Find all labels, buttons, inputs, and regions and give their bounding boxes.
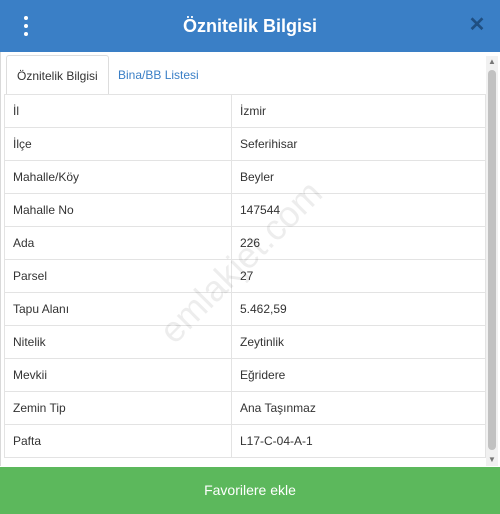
table-row: Ada 226 — [4, 226, 486, 260]
row-key: Mahalle No — [4, 193, 232, 227]
tab-attribute-info[interactable]: Öznitelik Bilgisi — [6, 55, 109, 97]
row-value: 147544 — [231, 193, 486, 227]
scroll-up-arrow-icon[interactable]: ▲ — [486, 56, 498, 68]
row-value: Beyler — [231, 160, 486, 194]
attribute-panel: Öznitelik Bilgisi Bina/BB Listesi İl İzm… — [0, 52, 500, 466]
row-key: Zemin Tip — [4, 391, 232, 425]
tab-bar: Öznitelik Bilgisi Bina/BB Listesi — [6, 55, 486, 97]
row-value: L17-C-04-A-1 — [231, 424, 486, 458]
row-value: Ana Taşınmaz — [231, 391, 486, 425]
table-row: Parsel 27 — [4, 259, 486, 293]
row-key: Mahalle/Köy — [4, 160, 232, 194]
table-row: Zemin Tip Ana Taşınmaz — [4, 391, 486, 425]
attribute-table-container: İl İzmir İlçe Seferihisar Mahalle/Köy Be… — [4, 94, 486, 466]
table-row: Mahalle/Köy Beyler — [4, 160, 486, 194]
table-row: Mahalle No 147544 — [4, 193, 486, 227]
row-key: Pafta — [4, 424, 232, 458]
row-key: Mevkii — [4, 358, 232, 392]
vertical-scrollbar[interactable]: ▲ ▼ — [486, 56, 498, 466]
row-value: 5.462,59 — [231, 292, 486, 326]
row-value: Zeytinlik — [231, 325, 486, 359]
table-row: İl İzmir — [4, 94, 486, 128]
row-key: İl — [4, 94, 232, 128]
add-to-favorites-button[interactable]: Favorilere ekle — [0, 467, 500, 514]
table-row: İlçe Seferihisar — [4, 127, 486, 161]
row-key: İlçe — [4, 127, 232, 161]
row-value: 226 — [231, 226, 486, 260]
dialog-title: Öznitelik Bilgisi — [182, 16, 318, 36]
dialog-header: Öznitelik Bilgisi ✕ — [0, 0, 500, 52]
row-key: Parsel — [4, 259, 232, 293]
attribute-table: İl İzmir İlçe Seferihisar Mahalle/Köy Be… — [4, 94, 486, 458]
row-key: Nitelik — [4, 325, 232, 359]
table-row: Mevkii Eğridere — [4, 358, 486, 392]
tab-building-list[interactable]: Bina/BB Listesi — [108, 55, 209, 95]
row-key: Ada — [4, 226, 232, 260]
table-row: Nitelik Zeytinlik — [4, 325, 486, 359]
row-value: İzmir — [231, 94, 486, 128]
row-value: 27 — [231, 259, 486, 293]
row-value: Eğridere — [231, 358, 486, 392]
table-row: Tapu Alanı 5.462,59 — [4, 292, 486, 326]
row-key: Tapu Alanı — [4, 292, 232, 326]
close-icon[interactable]: ✕ — [466, 14, 488, 36]
scroll-down-arrow-icon[interactable]: ▼ — [486, 454, 498, 466]
scroll-thumb[interactable] — [488, 70, 496, 450]
row-value: Seferihisar — [231, 127, 486, 161]
table-row: Pafta L17-C-04-A-1 — [4, 424, 486, 458]
